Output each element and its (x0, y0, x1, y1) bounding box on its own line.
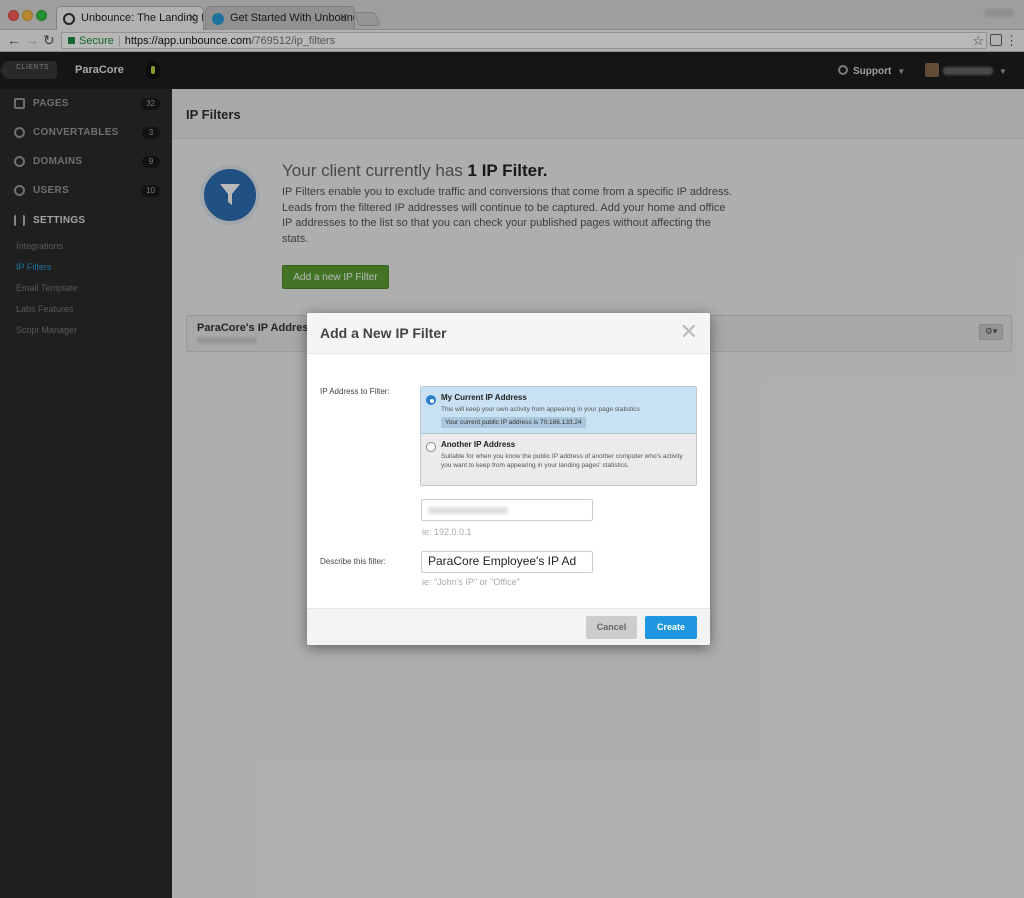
ip-address-value (428, 507, 508, 514)
describe-filter-input[interactable]: ParaCore Employee's IP Ad (421, 551, 593, 573)
ip-address-label: IP Address to Filter: (320, 387, 390, 396)
ip-address-input[interactable] (421, 499, 593, 521)
option-title: My Current IP Address (441, 393, 527, 402)
radio-current-ip[interactable] (426, 395, 436, 405)
close-icon[interactable]: ✕ (680, 321, 698, 343)
ip-address-hint: ie: 192.0.0.1 (422, 527, 472, 537)
current-ip-badge: Your current public IP address is 70.186… (441, 417, 586, 428)
describe-filter-hint: ie: "John's IP" or "Office" (422, 577, 520, 587)
modal-footer: Cancel Create (307, 608, 710, 645)
ip-option-group: My Current IP Address This will keep you… (420, 386, 697, 486)
option-current-ip[interactable]: My Current IP Address This will keep you… (421, 387, 696, 434)
modal-title: Add a New IP Filter (320, 325, 447, 341)
option-description: This will keep your own activity from ap… (441, 406, 640, 413)
option-another-ip[interactable]: Another IP Address Suitable for when you… (421, 434, 696, 485)
option-title: Another IP Address (441, 440, 516, 449)
add-ip-filter-modal: Add a New IP Filter ✕ IP Address to Filt… (307, 313, 710, 645)
option-description: Suitable for when you know the public IP… (441, 453, 683, 469)
modal-header: Add a New IP Filter ✕ (307, 313, 710, 354)
describe-filter-label: Describe this filter: (320, 557, 386, 566)
cancel-button[interactable]: Cancel (586, 616, 637, 639)
create-button[interactable]: Create (645, 616, 697, 639)
radio-another-ip[interactable] (426, 442, 436, 452)
